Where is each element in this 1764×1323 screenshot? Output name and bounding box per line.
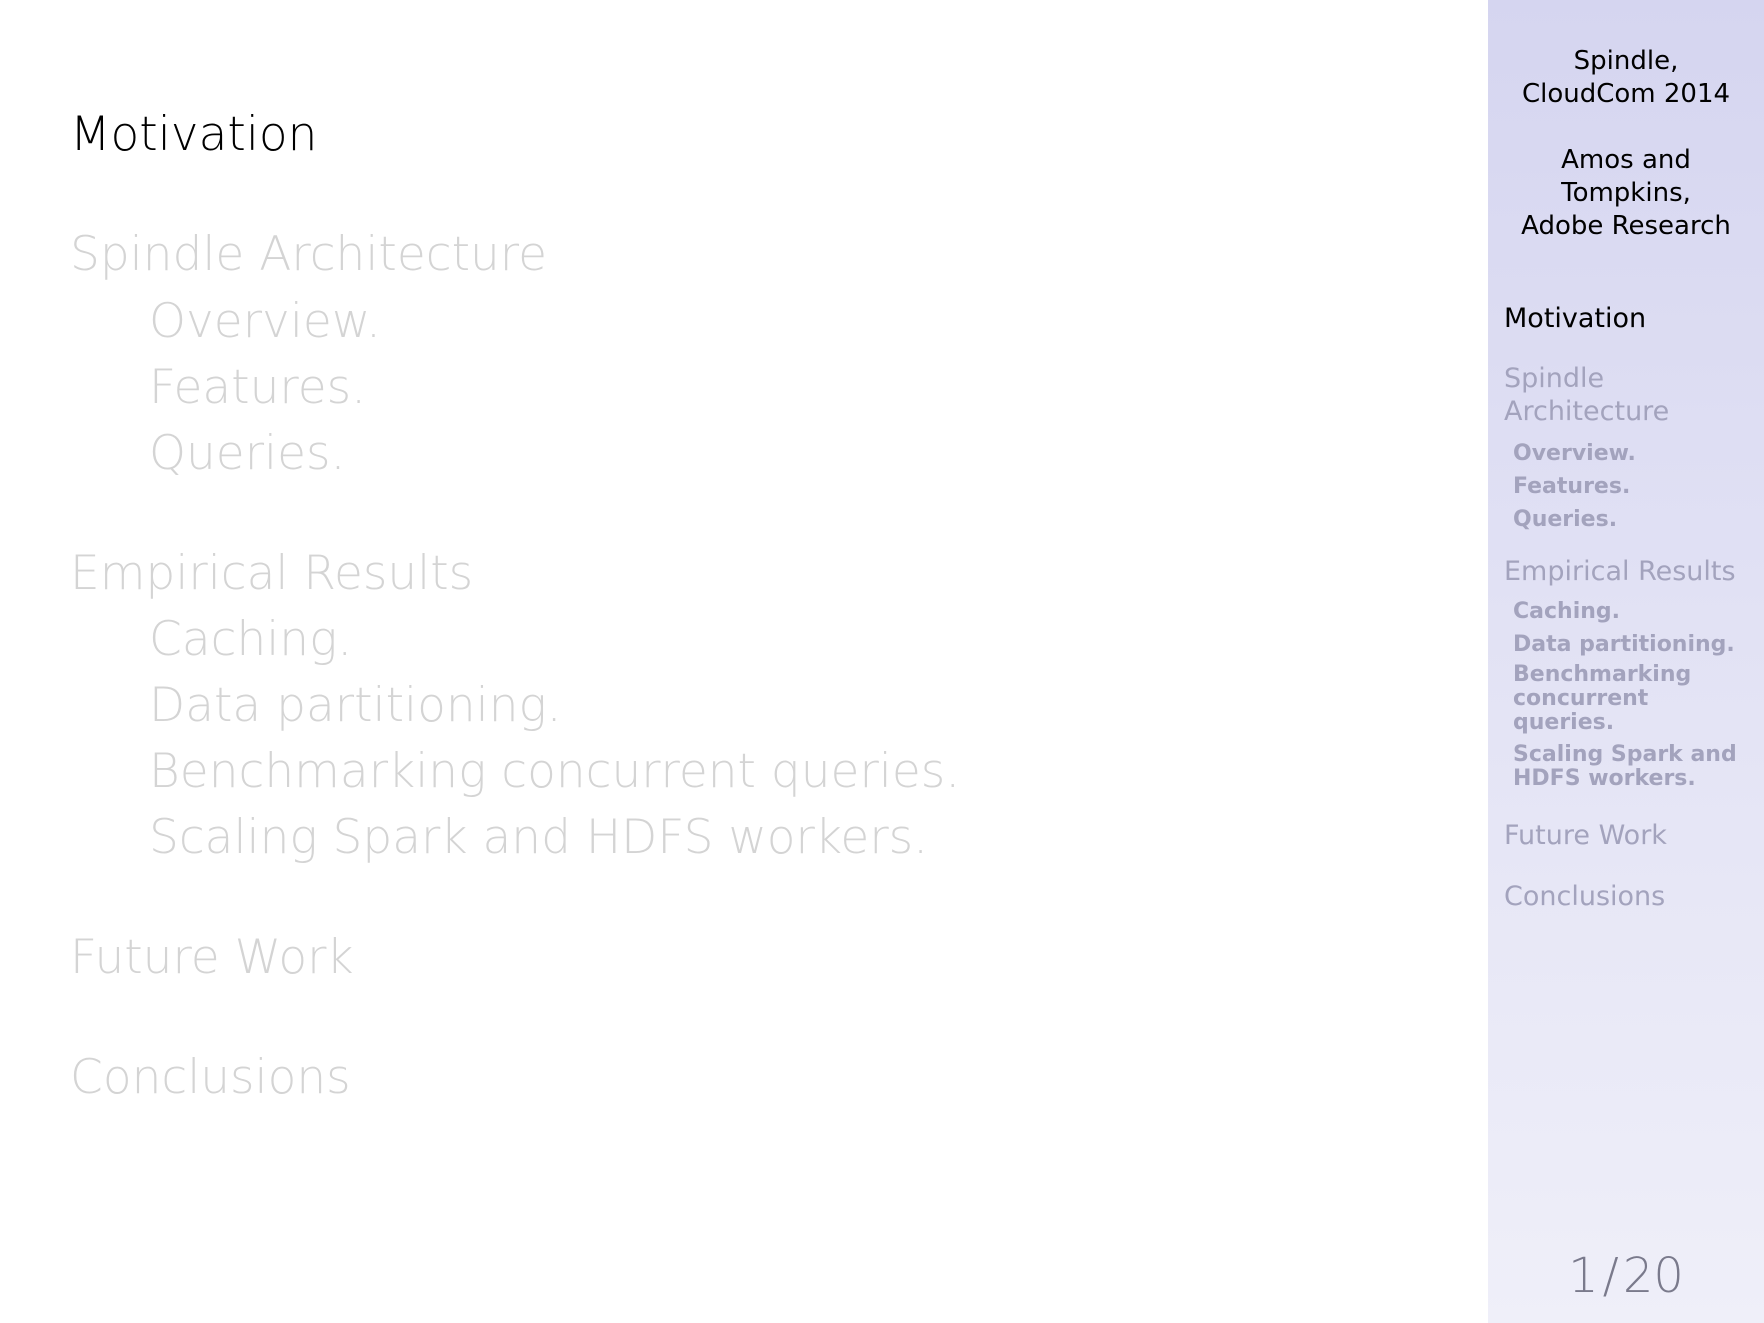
authors-line: Tompkins,	[1561, 178, 1691, 208]
sidebar-link-empirical-results[interactable]: Empirical Results	[1504, 558, 1736, 585]
page-separator: /	[1602, 1248, 1619, 1304]
presentation-title-line: Spindle,	[1573, 46, 1679, 76]
page-current: 1	[1568, 1248, 1599, 1304]
toc-subsection-scaling: Scaling Spark and HDFS workers.	[149, 810, 929, 865]
page-total: 20	[1622, 1248, 1684, 1304]
sidebar-link-scaling[interactable]: Scaling Spark and HDFS workers.	[1513, 743, 1753, 791]
sidebar-link-caching[interactable]: Caching.	[1513, 601, 1620, 623]
toc-subsection-caching: Caching.	[149, 612, 353, 667]
sidebar-link-motivation[interactable]: Motivation	[1504, 305, 1646, 332]
sidebar-link-conclusions[interactable]: Conclusions	[1504, 883, 1665, 910]
presentation-title: Spindle, CloudCom 2014	[1488, 45, 1764, 111]
page-counter: 1/20	[1488, 1252, 1764, 1300]
toc-section-motivation: Motivation	[70, 107, 318, 162]
authors-line: Adobe Research	[1521, 211, 1731, 241]
presentation-title-line: CloudCom 2014	[1521, 79, 1731, 109]
toc-section-empirical-results: Empirical Results	[70, 546, 474, 601]
toc-section-future-work: Future Work	[70, 930, 354, 985]
slide-main-area: Motivation Spindle Architecture Overview…	[0, 0, 1488, 1323]
sidebar-link-overview[interactable]: Overview.	[1513, 443, 1636, 465]
sidebar-navigation: Spindle, CloudCom 2014 Amos and Tompkins…	[1488, 0, 1764, 1323]
toc-subsection-benchmarking: Benchmarking concurrent queries.	[149, 744, 961, 799]
toc-section-spindle-architecture: Spindle Architecture	[70, 227, 547, 282]
sidebar-link-features[interactable]: Features.	[1513, 476, 1630, 498]
presentation-authors: Amos and Tompkins, Adobe Research	[1488, 144, 1764, 243]
sidebar-link-queries[interactable]: Queries.	[1513, 509, 1617, 531]
sidebar-link-benchmarking[interactable]: Benchmarking concurrent queries.	[1513, 663, 1723, 735]
toc-section-conclusions: Conclusions	[70, 1050, 351, 1105]
toc-subsection-queries: Queries.	[149, 426, 346, 481]
sidebar-link-data-partitioning[interactable]: Data partitioning.	[1513, 634, 1735, 656]
toc-subsection-features: Features.	[149, 360, 367, 415]
toc-subsection-overview: Overview.	[149, 294, 381, 349]
authors-line: Amos and	[1561, 145, 1691, 175]
sidebar-link-future-work[interactable]: Future Work	[1504, 822, 1667, 849]
sidebar-link-spindle-architecture[interactable]: Spindle Architecture	[1504, 362, 1704, 428]
toc-subsection-data-partitioning: Data partitioning.	[149, 678, 562, 733]
